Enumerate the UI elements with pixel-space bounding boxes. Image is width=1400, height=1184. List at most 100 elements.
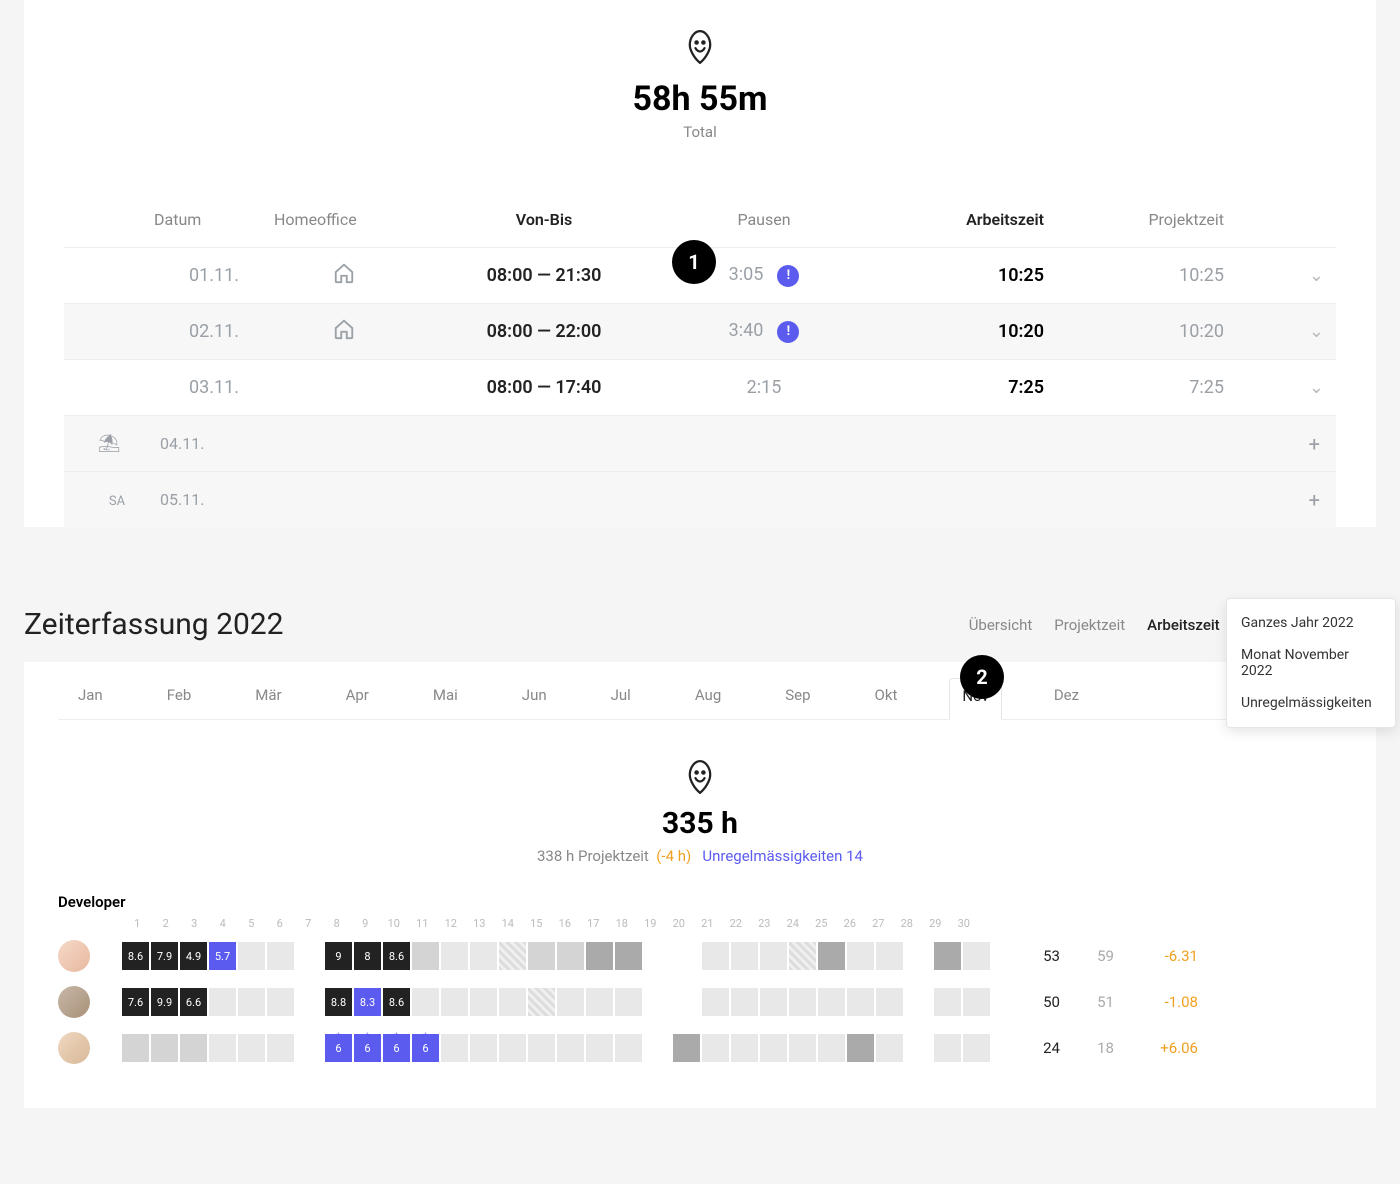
calendar-cell[interactable]	[615, 1034, 642, 1062]
calendar-cell[interactable]	[441, 1034, 468, 1062]
calendar-cell[interactable]	[557, 988, 584, 1016]
calendar-cell[interactable]	[209, 1034, 236, 1062]
calendar-cell[interactable]	[499, 942, 526, 970]
tab-overview[interactable]: Übersicht	[969, 616, 1033, 634]
calendar-cell[interactable]	[615, 988, 642, 1016]
month-tab-mai[interactable]: Mai	[421, 678, 470, 719]
calendar-cell[interactable]	[557, 942, 584, 970]
calendar-cell[interactable]	[876, 942, 903, 970]
calendar-cell[interactable]	[789, 1034, 816, 1062]
month-tab-sep[interactable]: Sep	[773, 678, 822, 719]
avatar[interactable]	[58, 986, 90, 1018]
calendar-cell[interactable]: 8.8	[325, 988, 352, 1016]
calendar-cell[interactable]: 5.7	[209, 942, 236, 970]
chevron-down-icon[interactable]: ⌄	[1254, 265, 1336, 286]
calendar-cell[interactable]: 8.6	[383, 942, 410, 970]
add-icon[interactable]: +	[1296, 488, 1336, 512]
calendar-cell[interactable]: 6.6	[180, 988, 207, 1016]
calendar-cell[interactable]: 9.9	[151, 988, 178, 1016]
calendar-cell[interactable]	[296, 988, 323, 1016]
calendar-cell[interactable]	[876, 988, 903, 1016]
calendar-cell[interactable]	[470, 1034, 497, 1062]
chevron-down-icon[interactable]: ⌄	[1254, 321, 1336, 342]
calendar-cell[interactable]	[470, 942, 497, 970]
calendar-cell[interactable]	[441, 942, 468, 970]
calendar-cell[interactable]: *6	[383, 1034, 410, 1062]
month-tab-jul[interactable]: Jul	[599, 678, 643, 719]
month-tab-jun[interactable]: Jun	[510, 678, 559, 719]
calendar-cell[interactable]	[267, 942, 294, 970]
calendar-cell[interactable]	[760, 942, 787, 970]
calendar-cell[interactable]: 7.9	[151, 942, 178, 970]
calendar-cell[interactable]	[905, 1034, 932, 1062]
calendar-cell[interactable]: 8	[354, 942, 381, 970]
dropdown-item-month[interactable]: Monat November 2022	[1227, 639, 1395, 687]
dropdown-item-year[interactable]: Ganzes Jahr 2022	[1227, 607, 1395, 639]
calendar-cell[interactable]	[586, 1034, 613, 1062]
calendar-cell[interactable]	[267, 988, 294, 1016]
calendar-cell[interactable]	[122, 1034, 149, 1062]
calendar-cell[interactable]	[789, 942, 816, 970]
table-row[interactable]: 03.11.08:00 — 17:402:157:257:25⌄	[64, 359, 1336, 415]
month-tab-aug[interactable]: Aug	[683, 678, 733, 719]
calendar-cell[interactable]	[847, 988, 874, 1016]
month-tab-apr[interactable]: Apr	[334, 678, 381, 719]
avatar[interactable]	[58, 940, 90, 972]
calendar-cell[interactable]	[267, 1034, 294, 1062]
calendar-cell[interactable]	[760, 1034, 787, 1062]
calendar-cell[interactable]	[673, 1034, 700, 1062]
calendar-cell[interactable]	[644, 988, 671, 1016]
dropdown-item-irreg[interactable]: Unregelmässigkeiten	[1227, 687, 1395, 719]
calendar-cell[interactable]	[789, 988, 816, 1016]
calendar-cell[interactable]	[847, 942, 874, 970]
month-tab-jan[interactable]: Jan	[66, 678, 115, 719]
calendar-cell[interactable]	[731, 1034, 758, 1062]
calendar-cell[interactable]	[412, 942, 439, 970]
add-icon[interactable]: +	[1296, 432, 1336, 456]
overview-irreg[interactable]: Unregelmässigkeiten 14	[702, 847, 863, 865]
calendar-cell[interactable]	[209, 988, 236, 1016]
month-tab-mär[interactable]: Mär	[243, 678, 293, 719]
calendar-cell[interactable]: 8.6	[122, 942, 149, 970]
calendar-cell[interactable]: *6	[412, 1034, 439, 1062]
calendar-cell[interactable]	[818, 942, 845, 970]
calendar-cell[interactable]	[702, 942, 729, 970]
table-row[interactable]: 02.11.08:00 — 22:003:40!10:2010:20⌄	[64, 303, 1336, 359]
calendar-cell[interactable]	[934, 988, 961, 1016]
calendar-cell[interactable]	[963, 942, 990, 970]
calendar-cell[interactable]	[412, 988, 439, 1016]
calendar-cell[interactable]	[296, 942, 323, 970]
chevron-down-icon[interactable]: ⌄	[1254, 377, 1336, 398]
calendar-cell[interactable]	[586, 942, 613, 970]
calendar-cell[interactable]: *6	[325, 1034, 352, 1062]
month-tab-dez[interactable]: Dez	[1042, 678, 1091, 719]
calendar-cell[interactable]	[731, 942, 758, 970]
calendar-cell[interactable]	[557, 1034, 584, 1062]
calendar-cell[interactable]	[818, 1034, 845, 1062]
calendar-cell[interactable]	[905, 988, 932, 1016]
calendar-cell[interactable]: 9	[325, 942, 352, 970]
calendar-cell[interactable]	[238, 1034, 265, 1062]
calendar-cell[interactable]	[528, 988, 555, 1016]
calendar-cell[interactable]	[528, 1034, 555, 1062]
calendar-cell[interactable]	[905, 942, 932, 970]
calendar-cell[interactable]	[528, 942, 555, 970]
calendar-cell[interactable]	[847, 1034, 874, 1062]
calendar-cell[interactable]	[470, 988, 497, 1016]
calendar-cell[interactable]	[499, 988, 526, 1016]
empty-row[interactable]: SA05.11.+	[64, 471, 1336, 527]
alert-icon[interactable]: !	[777, 265, 799, 287]
calendar-cell[interactable]	[963, 988, 990, 1016]
calendar-cell[interactable]	[731, 988, 758, 1016]
avatar[interactable]	[58, 1032, 90, 1064]
calendar-cell[interactable]: *6	[354, 1034, 381, 1062]
tab-projektzeit[interactable]: Projektzeit	[1054, 616, 1125, 634]
month-tab-okt[interactable]: Okt	[863, 678, 910, 719]
calendar-cell[interactable]	[238, 988, 265, 1016]
calendar-cell[interactable]	[934, 942, 961, 970]
calendar-cell[interactable]	[586, 988, 613, 1016]
calendar-cell[interactable]	[963, 1034, 990, 1062]
tab-arbeitszeit[interactable]: Arbeitszeit	[1147, 616, 1220, 634]
calendar-cell[interactable]	[934, 1034, 961, 1062]
calendar-cell[interactable]	[876, 1034, 903, 1062]
